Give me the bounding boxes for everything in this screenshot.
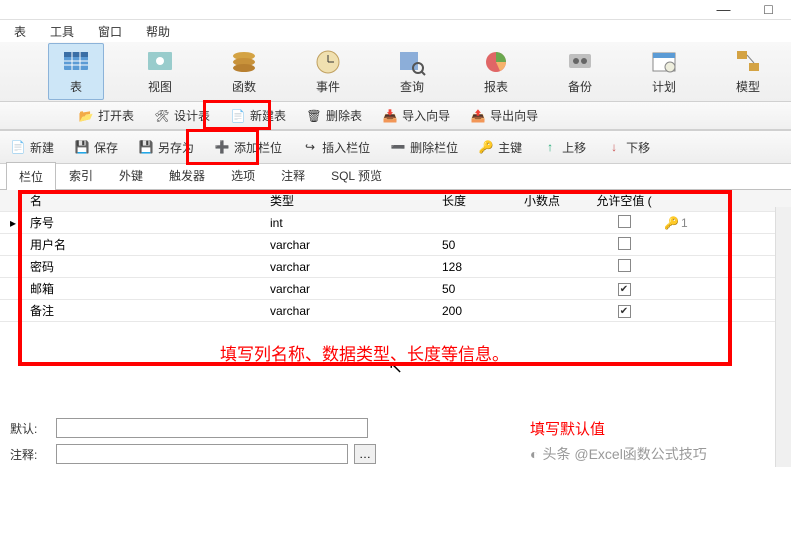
nullable-checkbox[interactable] <box>618 259 631 272</box>
export-wizard-button[interactable]: 📤导出向导 <box>466 105 542 126</box>
function-icon <box>230 48 258 74</box>
annotation-fill-info: 填写列名称、数据类型、长度等信息。 <box>220 340 509 365</box>
comment-input[interactable] <box>56 444 348 464</box>
nullable-checkbox[interactable] <box>618 305 631 318</box>
columns-grid-wrapper: 名 类型 长度 小数点 允许空值 ( ▸ 序号 int 🔑1 用户名 varch… <box>0 190 791 322</box>
ribbon-backup[interactable]: 备份 <box>552 44 608 99</box>
table-icon <box>62 48 90 74</box>
default-label: 默认: <box>10 420 50 437</box>
menu-window[interactable]: 窗口 <box>86 20 134 43</box>
delete-icon: 🗑 <box>306 108 322 124</box>
grid-header: 名 类型 长度 小数点 允许空值 ( <box>0 190 791 212</box>
nullable-checkbox[interactable] <box>618 237 631 250</box>
comment-edit-button[interactable]: … <box>354 444 376 464</box>
menu-table[interactable]: 表 <box>2 20 38 43</box>
new-button[interactable]: 📄新建 <box>6 137 58 158</box>
calendar-icon <box>650 48 678 74</box>
key-icon: 🔑 <box>664 216 679 230</box>
primary-key-indicator: 🔑1 <box>660 216 720 230</box>
tab-comment[interactable]: 注释 <box>268 161 318 189</box>
save-icon: 💾 <box>74 139 90 155</box>
columns-grid: 名 类型 长度 小数点 允许空值 ( ▸ 序号 int 🔑1 用户名 varch… <box>0 190 791 322</box>
header-length[interactable]: 长度 <box>438 192 520 209</box>
toolbar-tables: 📂打开表 🛠设计表 📄新建表 🗑删除表 📥导入向导 📤导出向导 <box>0 102 791 130</box>
delete-column-icon: ➖ <box>390 139 406 155</box>
import-icon: 📥 <box>382 108 398 124</box>
tab-triggers[interactable]: 触发器 <box>156 161 218 189</box>
design-icon: 🛠 <box>154 108 170 124</box>
grid-row[interactable]: 密码 varchar 128 <box>0 256 791 278</box>
export-icon: 📤 <box>470 108 486 124</box>
tab-indexes[interactable]: 索引 <box>56 161 106 189</box>
open-table-button[interactable]: 📂打开表 <box>74 105 138 126</box>
header-type[interactable]: 类型 <box>266 192 438 209</box>
add-column-icon: ➕ <box>214 139 230 155</box>
ribbon-table[interactable]: 表 <box>48 43 104 100</box>
header-name[interactable]: 名 <box>26 192 266 209</box>
query-icon <box>398 48 426 74</box>
primary-key-button[interactable]: 🔑主键 <box>474 137 526 158</box>
report-icon <box>482 48 510 74</box>
ribbon-report[interactable]: 报表 <box>468 44 524 99</box>
grid-row[interactable]: 邮箱 varchar 50 <box>0 278 791 300</box>
tab-foreignkeys[interactable]: 外键 <box>106 161 156 189</box>
tab-sqlpreview[interactable]: SQL 预览 <box>318 161 395 189</box>
default-value-select[interactable] <box>56 418 368 438</box>
annotation-default: 填写默认值 <box>530 418 605 439</box>
annotation-watermark: ◐头条 @Excel函数公式技巧 <box>530 444 707 464</box>
key-icon: 🔑 <box>478 139 494 155</box>
new-table-icon: 📄 <box>230 108 246 124</box>
design-table-button[interactable]: 🛠设计表 <box>150 105 214 126</box>
comment-label: 注释: <box>10 446 50 463</box>
model-icon <box>734 48 762 74</box>
grid-row[interactable]: 备注 varchar 200 <box>0 300 791 322</box>
delete-table-button[interactable]: 🗑删除表 <box>302 105 366 126</box>
nullable-checkbox[interactable] <box>618 283 631 296</box>
toolbar-columns: 📄新建 💾保存 💾另存为 ➕添加栏位 ↪插入栏位 ➖删除栏位 🔑主键 ↑上移 ↓… <box>0 130 791 164</box>
minimize-button[interactable]: — <box>701 0 746 18</box>
header-nullable[interactable]: 允许空值 ( <box>588 192 660 209</box>
grid-row[interactable]: 用户名 varchar 50 <box>0 234 791 256</box>
delete-column-button[interactable]: ➖删除栏位 <box>386 137 462 158</box>
new-icon: 📄 <box>10 139 26 155</box>
add-column-button[interactable]: ➕添加栏位 <box>210 137 286 158</box>
maximize-button[interactable]: □ <box>746 0 791 18</box>
move-down-button[interactable]: ↓下移 <box>602 137 654 158</box>
ribbon-model[interactable]: 模型 <box>720 44 776 99</box>
menu-tools[interactable]: 工具 <box>38 20 86 43</box>
nullable-checkbox[interactable] <box>618 215 631 228</box>
import-wizard-button[interactable]: 📥导入向导 <box>378 105 454 126</box>
row-handle-icon[interactable]: ▸ <box>0 216 26 230</box>
ribbon-view[interactable]: 视图 <box>132 44 188 99</box>
insert-column-button[interactable]: ↪插入栏位 <box>298 137 374 158</box>
backup-icon <box>566 48 594 74</box>
ribbon-event[interactable]: 事件 <box>300 44 356 99</box>
grid-row[interactable]: ▸ 序号 int 🔑1 <box>0 212 791 234</box>
ribbon-query[interactable]: 查询 <box>384 44 440 99</box>
view-icon <box>146 48 174 74</box>
column-properties: 默认: 填写默认值 注释: … ◐头条 @Excel函数公式技巧 <box>0 412 791 476</box>
header-decimals[interactable]: 小数点 <box>520 192 588 209</box>
move-up-button[interactable]: ↑上移 <box>538 137 590 158</box>
tab-options[interactable]: 选项 <box>218 161 268 189</box>
save-button[interactable]: 💾保存 <box>70 137 122 158</box>
menu-help[interactable]: 帮助 <box>134 20 182 43</box>
tab-columns[interactable]: 栏位 <box>6 162 56 190</box>
designer-tabs: 栏位 索引 外键 触发器 选项 注释 SQL 预览 <box>0 164 791 190</box>
menubar: 表 工具 窗口 帮助 <box>0 20 791 42</box>
saveas-icon: 💾 <box>138 139 154 155</box>
clock-icon <box>314 48 342 74</box>
down-icon: ↓ <box>606 139 622 155</box>
ribbon: 表 视图 函数 事件 查询 报表 备份 计划 模型 <box>0 42 791 102</box>
open-icon: 📂 <box>78 108 94 124</box>
titlebar: — □ <box>0 0 791 20</box>
new-table-button[interactable]: 📄新建表 <box>226 105 290 126</box>
saveas-button[interactable]: 💾另存为 <box>134 137 198 158</box>
ribbon-label: 表 <box>70 78 82 95</box>
insert-column-icon: ↪ <box>302 139 318 155</box>
ribbon-function[interactable]: 函数 <box>216 44 272 99</box>
ribbon-plan[interactable]: 计划 <box>636 44 692 99</box>
up-icon: ↑ <box>542 139 558 155</box>
